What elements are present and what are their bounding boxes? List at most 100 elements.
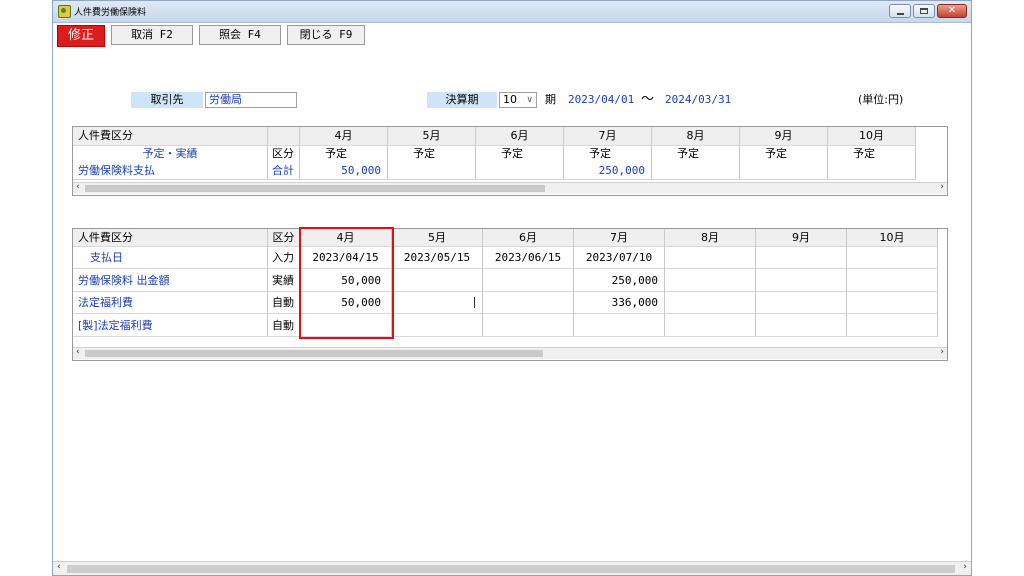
grid2-cell[interactable] [665,247,756,269]
grid2-cell[interactable]: 2023/05/15 [392,247,483,269]
grid2-cell[interactable] [756,247,847,269]
grid2-cell[interactable]: 250,000 [574,269,665,292]
grid2-header-month: 7月 [574,229,665,247]
grid2-row-label: [製]法定福利費 [73,314,268,337]
grid2-cell[interactable] [756,314,847,337]
client-input[interactable]: 労働局 [205,92,297,108]
grid2-cell[interactable]: 2023/06/15 [483,247,574,269]
scroll-thumb[interactable] [85,185,545,192]
date-from: 2023/04/01 [568,93,635,106]
grid2-row-label: 法定福利費 [73,292,268,314]
grid1-cell[interactable]: 50,000 [300,162,388,180]
cancel-button[interactable]: 取消 F2 [111,25,193,45]
grid2-cell[interactable] [847,269,938,292]
grid2-cell[interactable] [847,292,938,314]
grid1-cell[interactable]: 250,000 [564,162,652,180]
date-to: 2024/03/31 [665,93,732,106]
maximize-button[interactable] [913,4,935,18]
grid1-row1-label: 予定・実績 [73,146,268,162]
grid2-cell[interactable] [574,314,665,337]
tilde: 〜 [641,92,655,107]
grid1-cell[interactable]: 予定 [828,146,916,162]
scroll-left-icon[interactable]: ‹ [76,347,80,357]
grid2-row-kbn: 実績 [268,269,300,292]
minimize-button[interactable] [889,4,911,18]
scroll-left-icon[interactable]: ‹ [76,182,80,192]
grid2-hscrollbar[interactable]: ‹ › [73,347,947,359]
grid2-cell[interactable] [392,314,483,337]
chevron-down-icon: ∨ [526,95,533,105]
window-hscrollbar[interactable]: ‹ › [53,561,971,575]
grid2-header-month: 10月 [847,229,938,247]
period-select[interactable]: 10 ∨ [499,92,537,108]
scroll-thumb[interactable] [67,565,955,573]
grid2-cell[interactable] [756,292,847,314]
mode-badge: 修正 [57,25,105,47]
grid1-header-category: 人件費区分 [73,127,268,146]
grid1-header-month: 8月 [652,127,740,146]
detail-grid: 人件費区分 区分 4月 5月 6月 7月 8月 9月 10月 支払日 入力 20… [72,227,948,361]
app-icon [58,5,71,18]
grid1-cell[interactable]: 予定 [652,146,740,162]
period-label: 決算期 [427,92,497,108]
scroll-thumb[interactable] [85,350,543,357]
grid1-header-month: 9月 [740,127,828,146]
toolbar: 修正 取消 F2 照会 F4 閉じる F9 [57,25,365,47]
grid2-header-category: 人件費区分 [73,229,268,247]
selected-column-highlight [299,227,394,339]
grid1-row2-kbn: 合計 [268,162,300,180]
grid2-cell[interactable] [483,292,574,314]
inquiry-button[interactable]: 照会 F4 [199,25,281,45]
grid2-cell[interactable] [847,314,938,337]
grid1-header-month: 4月 [300,127,388,146]
scroll-right-icon[interactable]: › [940,182,944,192]
filter-row: 取引先 労働局 決算期 10 ∨ 期 2023/04/01 〜 2024/03/… [53,92,971,110]
period-select-value: 10 [503,93,517,106]
grid2-row-kbn: 自動 [268,292,300,314]
grid2-header-month: 6月 [483,229,574,247]
grid2-cell[interactable] [483,269,574,292]
grid2-cell[interactable]: 2023/07/10 [574,247,665,269]
grid2-row-label: 支払日 [73,247,268,269]
grid1-hscrollbar[interactable]: ‹ › [73,182,947,194]
grid1-header-month: 6月 [476,127,564,146]
grid1-cell[interactable]: 予定 [564,146,652,162]
grid1-cell[interactable] [388,162,476,180]
grid1-cell[interactable] [476,162,564,180]
close-button[interactable]: 閉じる F9 [287,25,365,45]
scroll-left-icon[interactable]: ‹ [57,562,61,572]
grid1-header-month: 7月 [564,127,652,146]
period-suffix: 期 [545,93,556,106]
grid1-cell[interactable]: 予定 [300,146,388,162]
grid1-header-kbn [268,127,300,146]
grid2-cell[interactable] [665,314,756,337]
client-label: 取引先 [131,92,203,108]
grid2-cell[interactable] [665,292,756,314]
close-window-button[interactable]: ✕ [937,4,967,18]
grid2-header-month: 9月 [756,229,847,247]
grid1-cell[interactable]: 予定 [476,146,564,162]
grid1-cell[interactable]: 予定 [388,146,476,162]
grid1-cell[interactable] [740,162,828,180]
grid2-cell[interactable] [756,269,847,292]
grid2-header-kbn: 区分 [268,229,300,247]
window-title: 人件費労働保険料 [74,8,147,18]
grid2-cell[interactable] [665,269,756,292]
scroll-right-icon[interactable]: › [963,562,967,572]
grid2-cell[interactable] [483,314,574,337]
scroll-right-icon[interactable]: › [940,347,944,357]
summary-grid: 人件費区分 4月 5月 6月 7月 8月 9月 10月 予定・実績 区分 予定 … [72,126,948,196]
unit-label: (単位:円) [858,93,904,106]
app-window: 人件費労働保険料 ✕ 修正 取消 F2 照会 F4 閉じる F9 取引先 労働局… [52,0,972,576]
grid2-header-month: 5月 [392,229,483,247]
grid1-cell[interactable] [828,162,916,180]
grid2-cell[interactable] [392,292,483,314]
grid1-header-month: 10月 [828,127,916,146]
grid1-cell[interactable] [652,162,740,180]
text-cursor [474,297,475,308]
grid2-cell[interactable]: 336,000 [574,292,665,314]
grid1-row2-label: 労働保険料支払 [73,162,268,180]
grid2-cell[interactable] [847,247,938,269]
grid2-cell[interactable] [392,269,483,292]
grid1-cell[interactable]: 予定 [740,146,828,162]
